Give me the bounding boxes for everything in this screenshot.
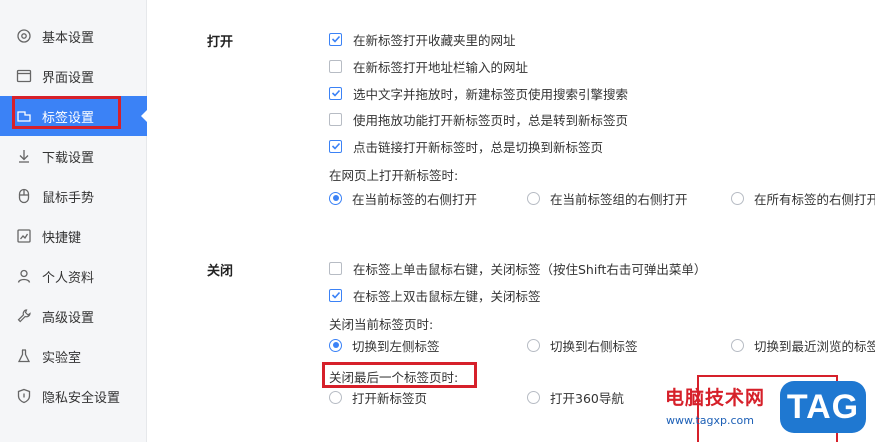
radio-unselected[interactable] [527, 191, 540, 205]
close-current-tab-label: 关闭当前标签页时: [329, 317, 434, 332]
radio-unselected[interactable] [527, 338, 540, 352]
radio-label: 在当前标签的右侧打开 [352, 191, 478, 207]
shield-icon [14, 386, 34, 406]
radio-open-new-tab-page[interactable]: 打开新标签页 [329, 387, 427, 407]
checkbox-unchecked[interactable] [329, 59, 342, 73]
shortcut-icon [14, 226, 34, 246]
checkbox-unchecked[interactable] [329, 261, 342, 275]
section-title-open: 打开 [207, 35, 234, 50]
radio-label: 在当前标签组的右侧打开 [550, 191, 688, 207]
tag-logo: TAG [780, 381, 866, 433]
checkbox-double-click-close-tab[interactable]: 在标签上双击鼠标左键，关闭标签 [329, 285, 541, 305]
checkbox-link-switch-new-tab[interactable]: 点击链接打开新标签时，总是切换到新标签页 [329, 136, 603, 156]
sidebar-item-label: 界面设置 [42, 70, 95, 86]
settings-sidebar: 基本设置 界面设置 标签设置 下载设置 鼠标手势 快捷键 个人资料 高级设置 实… [0, 0, 148, 442]
radio-unselected[interactable] [329, 390, 342, 404]
sidebar-item-interface-settings[interactable]: 界面设置 [0, 56, 147, 96]
radio-label: 打开新标签页 [352, 390, 428, 406]
checkbox-label: 使用拖放功能打开新标签页时，总是转到新标签页 [353, 112, 629, 128]
mouse-icon [14, 186, 34, 206]
radio-label: 在所有标签的右侧打开 [754, 191, 875, 207]
checkbox-checked[interactable] [329, 288, 342, 302]
new-tab-position-label: 在网页上打开新标签时: [329, 168, 459, 183]
new-tab-position-radio-group: 在当前标签的右侧打开 在当前标签组的右侧打开 在所有标签的右侧打开 [329, 188, 875, 208]
radio-unselected[interactable] [731, 338, 744, 352]
sidebar-item-advanced-settings[interactable]: 高级设置 [0, 296, 147, 336]
radio-switch-recent-tab[interactable]: 切换到最近浏览的标签 [731, 335, 875, 355]
radio-switch-right-tab[interactable]: 切换到右侧标签 [527, 335, 638, 355]
sidebar-item-label: 快捷键 [42, 230, 82, 246]
radio-label: 切换到右侧标签 [550, 338, 638, 354]
close-current-tab-radio-group: 切换到左侧标签 切换到右侧标签 切换到最近浏览的标签 [329, 335, 875, 355]
checkbox-label: 在新标签打开地址栏输入的网址 [353, 59, 529, 75]
watermark-title: 电脑技术网 [665, 387, 766, 409]
radio-label: 切换到最近浏览的标签 [754, 338, 875, 354]
radio-right-of-current-tab[interactable]: 在当前标签的右侧打开 [329, 188, 477, 208]
checkbox-checked[interactable] [329, 86, 342, 100]
radio-selected[interactable] [329, 191, 342, 205]
window-icon [14, 66, 34, 86]
sidebar-item-basic-settings[interactable]: 基本设置 [0, 16, 147, 56]
close-last-tab-label: 关闭最后一个标签页时: [329, 370, 459, 385]
sidebar-item-lab[interactable]: 实验室 [0, 336, 147, 376]
sidebar-item-label: 下载设置 [42, 150, 95, 166]
sidebar-item-label: 隐私安全设置 [42, 390, 121, 406]
radio-right-of-all-tabs[interactable]: 在所有标签的右侧打开 [731, 188, 875, 208]
sidebar-item-profile[interactable]: 个人资料 [0, 256, 147, 296]
checkbox-unchecked[interactable] [329, 112, 342, 126]
radio-right-of-tab-group[interactable]: 在当前标签组的右侧打开 [527, 188, 688, 208]
sidebar-item-shortcuts[interactable]: 快捷键 [0, 216, 147, 256]
checkbox-label: 在标签上双击鼠标左键，关闭标签 [353, 288, 541, 304]
checkbox-drag-switch-new-tab[interactable]: 使用拖放功能打开新标签页时，总是转到新标签页 [329, 109, 628, 129]
sidebar-item-label: 实验室 [42, 350, 82, 366]
checkbox-drag-text-search[interactable]: 选中文字并拖放时，新建标签页使用搜索引擎搜索 [329, 83, 628, 103]
radio-label: 切换到左侧标签 [352, 338, 440, 354]
checkbox-open-favorites-new-tab[interactable]: 在新标签打开收藏夹里的网址 [329, 29, 516, 49]
sidebar-item-label: 个人资料 [42, 270, 95, 286]
checkbox-checked[interactable] [329, 139, 342, 153]
radio-unselected[interactable] [527, 390, 540, 404]
user-icon [14, 266, 34, 286]
checkbox-label: 在标签上单击鼠标右键，关闭标签（按住Shift右击可弹出菜单） [353, 261, 707, 277]
radio-selected[interactable] [329, 338, 342, 352]
checkbox-right-click-close-tab[interactable]: 在标签上单击鼠标右键，关闭标签（按住Shift右击可弹出菜单） [329, 258, 706, 278]
flask-icon [14, 346, 34, 366]
checkbox-label: 在新标签打开收藏夹里的网址 [353, 32, 516, 48]
radio-open-360-nav[interactable]: 打开360导航 [527, 387, 624, 407]
checkbox-label: 选中文字并拖放时，新建标签页使用搜索引擎搜索 [353, 86, 629, 102]
sidebar-item-label: 鼠标手势 [42, 190, 95, 206]
sidebar-item-privacy-security[interactable]: 隐私安全设置 [0, 376, 147, 416]
sidebar-item-download-settings[interactable]: 下载设置 [0, 136, 147, 176]
checkbox-checked[interactable] [329, 32, 342, 46]
sidebar-item-label: 标签设置 [42, 110, 95, 126]
checkbox-open-addressbar-new-tab[interactable]: 在新标签打开地址栏输入的网址 [329, 56, 528, 76]
download-icon [14, 146, 34, 166]
radio-unselected[interactable] [731, 191, 744, 205]
checkbox-label: 点击链接打开新标签时，总是切换到新标签页 [353, 139, 604, 155]
radio-switch-left-tab[interactable]: 切换到左侧标签 [329, 335, 440, 355]
sidebar-item-mouse-gestures[interactable]: 鼠标手势 [0, 176, 147, 216]
sidebar-item-label: 基本设置 [42, 30, 95, 46]
radio-label: 打开360导航 [550, 390, 624, 406]
sidebar-item-tab-settings[interactable]: 标签设置 [0, 96, 148, 136]
sidebar-item-label: 高级设置 [42, 310, 95, 326]
section-title-close: 关闭 [207, 264, 234, 279]
wrench-icon [14, 306, 34, 326]
gear-icon [14, 26, 34, 46]
watermark-url: www.tagxp.com [666, 414, 754, 427]
tab-icon [14, 106, 34, 126]
